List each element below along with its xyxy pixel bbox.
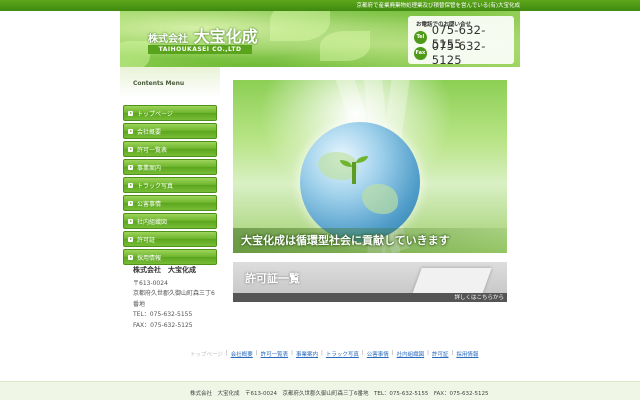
sidebar-item-trucks[interactable]: トラック写真 — [123, 177, 217, 193]
company-prefix: 株式会社 — [148, 34, 188, 45]
arrow-icon — [128, 218, 133, 224]
sidebar-item-label: 会社概要 — [137, 128, 162, 136]
sidebar-item-pollution[interactable]: 公害事情 — [123, 195, 217, 211]
sidebar-item-recruit[interactable]: 採用情報 — [123, 249, 217, 265]
sidebar-item-org-chart[interactable]: 社内組織図 — [123, 213, 217, 229]
arrow-icon — [128, 164, 133, 170]
site-header: 株式会社 大宝化成 TAIHOUKASEI CO.,LTD お電話でのお問い合せ… — [120, 11, 520, 67]
sidebar-item-label: 事業案内 — [137, 164, 162, 172]
sprout-stem — [352, 162, 356, 184]
sidebar-item-label: 許可一覧表 — [137, 146, 168, 154]
footer-separator: | — [255, 350, 258, 356]
arrow-icon — [128, 254, 133, 260]
arrow-icon — [128, 128, 133, 134]
sidebar-item-company[interactable]: 会社概要 — [123, 123, 217, 139]
document-image — [412, 268, 492, 294]
footer-separator: | — [361, 350, 364, 356]
sidebar-item-label: 許可証 — [137, 236, 156, 244]
sidebar-item-label: 社内組織図 — [137, 218, 168, 226]
leaf-decoration — [320, 31, 370, 61]
page-frame: 株式会社 大宝化成 TAIHOUKASEI CO.,LTD お電話でのお問い合せ… — [120, 11, 520, 400]
sidebar-item-permits-list[interactable]: 許可一覧表 — [123, 141, 217, 157]
footer-link-org-chart[interactable]: 社内組織図 — [397, 350, 425, 358]
footer-link-recruit[interactable]: 採用情報 — [456, 350, 478, 358]
menu-heading: Contents Menu — [120, 67, 220, 97]
site-tagline: 京都府で産業廃棄物処理業及び積替保管を営んでいる(有)大宝化成 — [356, 3, 520, 9]
contact-box: お電話でのお問い合せ Tel 075-632-5155 Fax 075-632-… — [408, 16, 514, 67]
banner-more-link[interactable]: 詳しくはこちらから — [454, 293, 504, 301]
fax-row: Fax 075-632-5125 — [414, 39, 514, 67]
fax-number: 075-632-5125 — [431, 39, 486, 67]
sidebar-item-label: トップページ — [137, 110, 173, 118]
arrow-icon — [128, 236, 133, 242]
company-zip: 〒613-0024 — [133, 279, 168, 287]
footer-separator: | — [391, 350, 394, 356]
sidebar-item-permits[interactable]: 許可証 — [123, 231, 217, 247]
top-bar: 京都府で産業廃棄物処理業及び積替保管を営んでいる(有)大宝化成 — [0, 0, 640, 11]
footer-separator: | — [451, 350, 454, 356]
footer-separator: | — [427, 350, 429, 356]
footer-nav: トップページ | 会社概要 | 許可一覧表 | 事業案内 | トラック写真 | 公害事情 |… — [0, 350, 640, 360]
footer-link-permits-list[interactable]: 許可一覧表 — [261, 350, 289, 358]
footer-separator: | — [321, 350, 323, 356]
company-english-name: TAIHOUKASEI CO.,LTD — [148, 45, 252, 54]
sidebar-item-label: 採用情報 — [137, 254, 162, 262]
footer-link-business[interactable]: 事業案内 — [296, 350, 318, 358]
footer-link-company[interactable]: 会社概要 — [231, 350, 253, 358]
sidebar-item-label: トラック写真 — [137, 182, 174, 190]
company-address-cont: 番地 — [133, 300, 146, 308]
footer-link-trucks[interactable]: トラック写真 — [326, 350, 359, 358]
arrow-icon — [128, 110, 133, 116]
banner-title: 許可証一覧 — [245, 272, 300, 285]
hero-image: 大宝化成は循環型社会に貢献していきます — [233, 80, 507, 253]
sidebar-item-label: 公害事情 — [137, 200, 162, 208]
company-address: 京都府久世郡久御山町森三丁6 — [133, 290, 215, 297]
hero-caption: 大宝化成は循環型社会に貢献していきます — [241, 234, 450, 247]
footer-separator: | — [225, 350, 228, 356]
footer-link-permits[interactable]: 許可証 — [432, 350, 449, 358]
footer-info: 株式会社 大宝化成 〒613-0024 京都府久世郡久御山町森三丁6番地 TEL… — [190, 391, 489, 397]
footer-separator: | — [291, 350, 293, 356]
company-info: 株式会社 大宝化成 〒613-0024 京都府久世郡久御山町森三丁6 番地 TE… — [133, 265, 215, 331]
arrow-icon — [128, 200, 133, 206]
leaf-decoration — [270, 11, 330, 41]
company-logo[interactable]: 株式会社 大宝化成 — [148, 23, 258, 47]
leaf-decoration — [120, 41, 150, 67]
company-tel: TEL：075-632-5155 — [133, 311, 193, 318]
footer-link-top[interactable]: トップページ — [190, 350, 223, 358]
arrow-icon — [128, 146, 133, 152]
menu-title: Contents Menu — [133, 80, 185, 87]
footer-bar: 株式会社 大宝化成 〒613-0024 京都府久世郡久御山町森三丁6番地 TEL… — [0, 381, 640, 400]
sidebar-item-top[interactable]: トップページ — [123, 105, 217, 121]
permits-banner[interactable]: 許可証一覧 詳しくはこちらから — [233, 262, 507, 302]
fax-icon: Fax — [414, 46, 427, 60]
company-info-name: 株式会社 大宝化成 — [133, 266, 196, 274]
company-name: 大宝化成 — [193, 27, 258, 46]
company-fax: FAX：075-632-5125 — [133, 321, 193, 329]
sidebar-item-business[interactable]: 事業案内 — [123, 159, 217, 175]
globe-land — [362, 184, 398, 214]
arrow-icon — [128, 182, 133, 188]
tel-icon: Tel — [414, 30, 427, 44]
sidebar: Contents Menu トップページ 会社概要 許可一覧表 事業案内 トラッ… — [120, 67, 220, 372]
footer-link-pollution[interactable]: 公害事情 — [367, 350, 389, 358]
globe-image — [300, 122, 420, 242]
